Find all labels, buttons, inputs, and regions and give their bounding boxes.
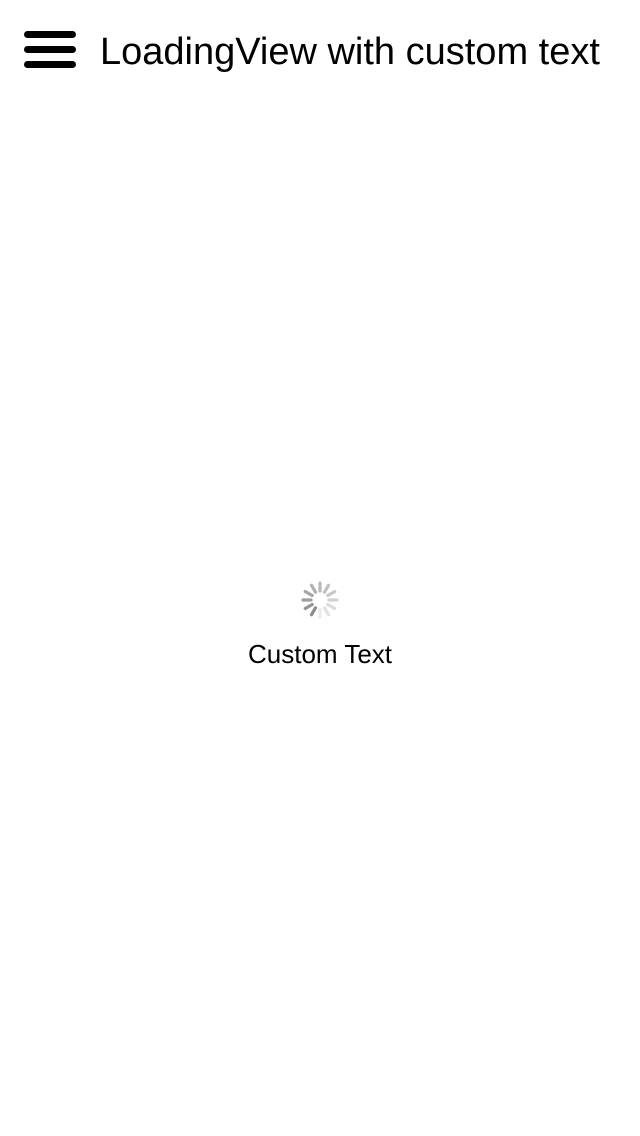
loading-text: Custom Text <box>247 639 392 669</box>
menu-bar-bottom <box>24 61 76 68</box>
hamburger-menu-icon <box>24 31 76 38</box>
spinner-spoke <box>326 602 337 611</box>
spinner-spoke <box>309 583 318 594</box>
activity-indicator-icon <box>301 581 339 619</box>
menu-button[interactable] <box>22 28 78 72</box>
screen: LoadingView with custom text Custom Text <box>0 0 640 1136</box>
spinner-spoke <box>326 589 337 598</box>
loading-view: Custom Text <box>0 578 640 678</box>
page-title: LoadingView with custom text <box>100 31 600 73</box>
spinner-spoke <box>322 583 331 594</box>
spinner-spoke <box>309 606 318 617</box>
menu-bar-middle <box>24 46 76 53</box>
navigation-header: LoadingView with custom text <box>0 0 640 100</box>
spinner-spoke <box>303 602 314 611</box>
spinner-spoke <box>303 589 314 598</box>
spinner-spoke <box>322 606 331 617</box>
